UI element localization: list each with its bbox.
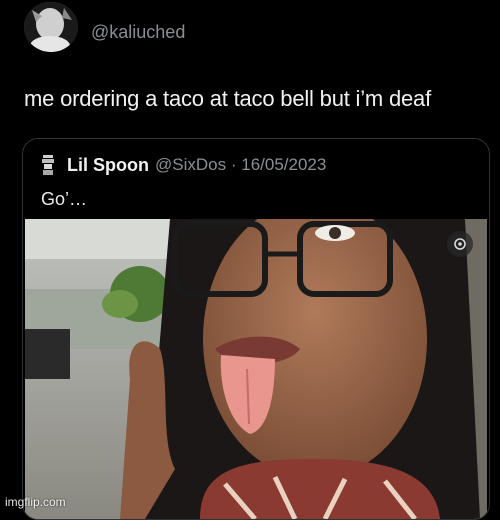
tweet-text: me ordering a taco at taco bell but i’m … [24, 86, 431, 111]
meta-separator: · [226, 155, 241, 175]
avatar[interactable] [24, 2, 78, 52]
watermark: imgflip.com [5, 495, 66, 509]
quoted-avatar-icon[interactable] [39, 154, 57, 176]
separator-dot: · [230, 155, 237, 174]
quoted-author-handle[interactable]: @SixDos [155, 155, 226, 175]
avatar-image [24, 2, 78, 52]
tweet-header: @kaliuched [0, 0, 500, 60]
quoted-tweet-text: Go’… [41, 189, 88, 209]
quoted-media[interactable] [25, 219, 487, 519]
media-settings-icon[interactable] [447, 231, 473, 257]
media-image [25, 219, 487, 519]
quoted-date[interactable]: 16/05/2023 [241, 155, 326, 175]
quoted-author-name[interactable]: Lil Spoon [67, 155, 149, 176]
quoted-tweet[interactable]: Lil Spoon @SixDos · 16/05/2023 Go’… [22, 138, 490, 520]
author-handle[interactable]: @kaliuched [91, 22, 185, 43]
quoted-tweet-header: Lil Spoon @SixDos · 16/05/2023 [39, 153, 326, 177]
